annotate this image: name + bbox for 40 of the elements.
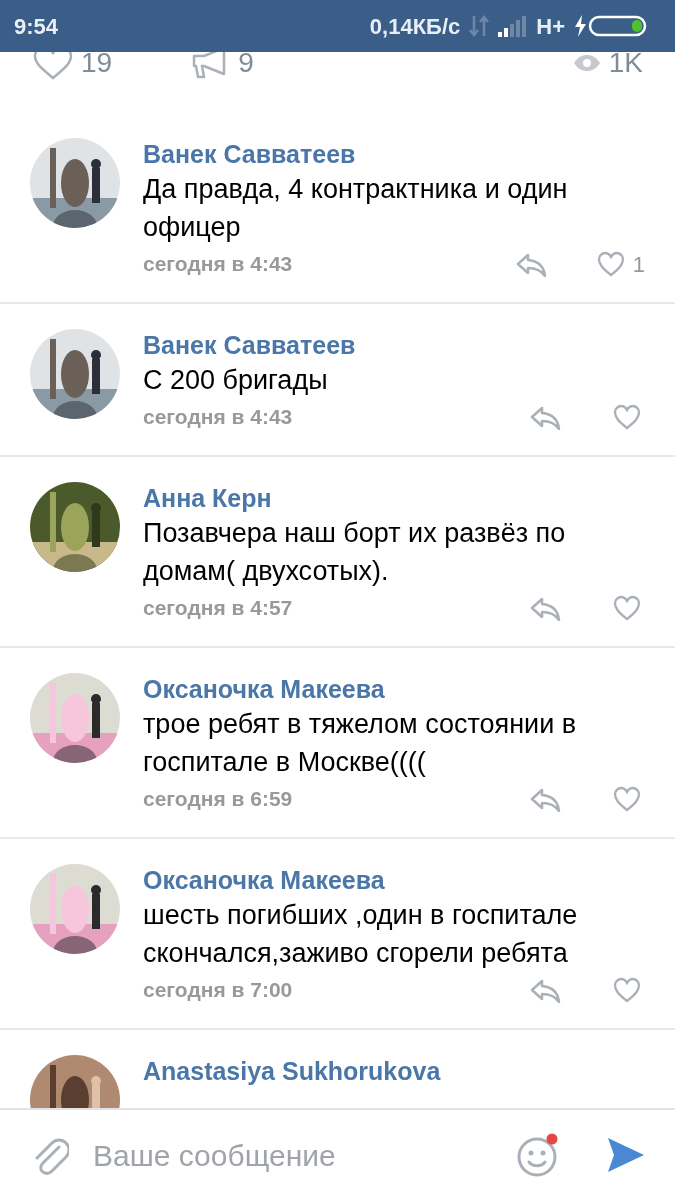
comment-time: сегодня в 4:43	[143, 404, 293, 430]
reply-icon[interactable]	[514, 251, 547, 277]
reply-icon[interactable]	[529, 595, 561, 621]
message-input[interactable]: Ваше сообщение	[93, 1132, 517, 1178]
reply-icon[interactable]	[529, 786, 561, 812]
comment-time: сегодня в 4:57	[143, 595, 293, 621]
author-name[interactable]: Ванек Савватеев	[143, 138, 645, 170]
comment-time: сегодня в 7:00	[143, 977, 293, 1003]
author-name[interactable]: Оксаночка Макеева	[143, 673, 645, 705]
comment-text: шесть погибших ,один в госпитале скончался,заживо сгорели ребята	[143, 899, 579, 970]
heart-icon[interactable]	[613, 404, 641, 430]
comment-text: С 200 бригады	[143, 364, 329, 397]
status-time: 9:54	[14, 12, 59, 41]
comment-text: Позавчера наш борт их развёз по домам( двухсотых).	[143, 517, 567, 588]
eye-icon	[572, 54, 601, 72]
like-count: 19	[81, 52, 113, 74]
like-count: 1	[632, 250, 645, 279]
author-name[interactable]: Анна Керн	[143, 482, 645, 514]
heart-icon[interactable]	[33, 52, 73, 80]
comment-time: сегодня в 6:59	[143, 786, 293, 812]
author-name[interactable]: Оксаночка Макеева	[143, 864, 645, 896]
view-count: 1K	[608, 52, 643, 74]
comment-time: сегодня в 4:43	[143, 251, 293, 277]
reply-icon[interactable]	[529, 977, 561, 1003]
repost-count: 9	[238, 52, 254, 74]
battery-charging-icon	[573, 14, 649, 38]
heart-icon[interactable]	[613, 595, 641, 621]
author-name[interactable]: Anastasiya Sukhorukova	[143, 1055, 645, 1087]
send-icon[interactable]	[607, 1137, 645, 1173]
comment-text: Да правда, 4 контрактника и один офицер	[143, 173, 569, 244]
data-transfer-icon	[468, 14, 491, 38]
reply-icon[interactable]	[529, 404, 561, 430]
author-name[interactable]: Ванек Савватеев	[143, 329, 645, 361]
heart-icon[interactable]	[596, 251, 625, 277]
heart-icon[interactable]	[613, 977, 641, 1003]
signal-icon	[498, 15, 529, 37]
comment-text: трое ребят в тяжелом состоянии в госпитале в Москве((((	[143, 708, 578, 779]
network-type: H+	[536, 12, 565, 41]
heart-icon[interactable]	[613, 786, 641, 812]
network-speed: 0,14КБ/с	[369, 12, 461, 41]
